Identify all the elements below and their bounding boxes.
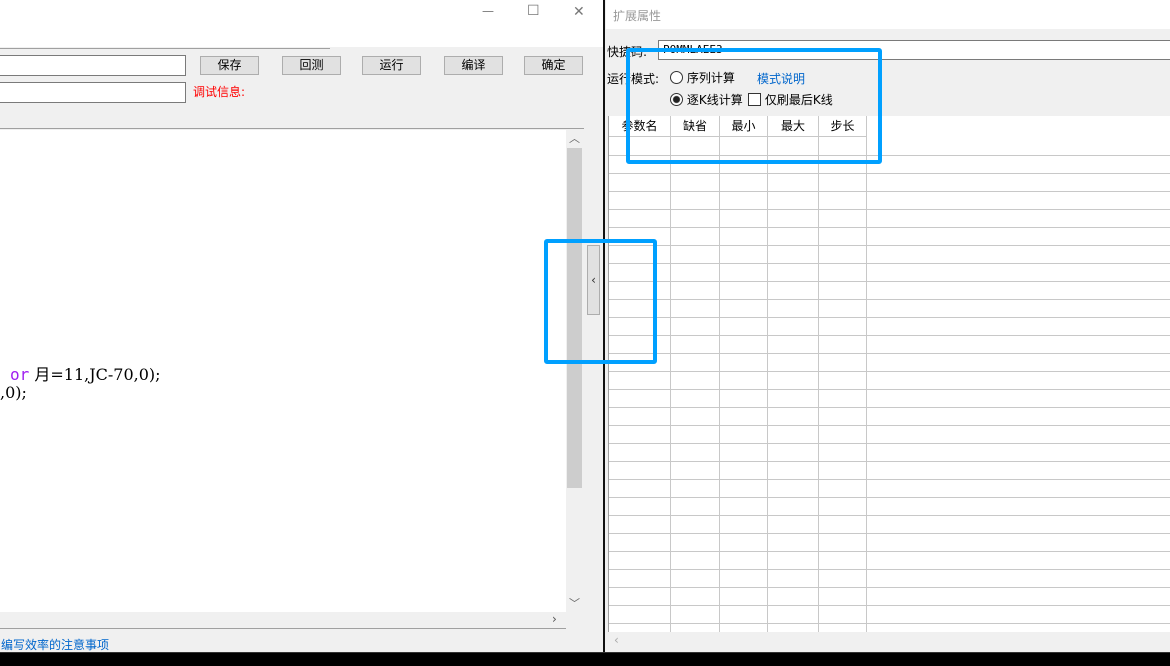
param-table[interactable]: 参数名 缺省 最小 最大 步长	[608, 116, 1170, 632]
table-row-line	[609, 245, 1170, 246]
minimize-button[interactable]: —	[482, 4, 494, 18]
table-row-line	[609, 461, 1170, 462]
code-line: or 月=11,JC-70,0);	[10, 361, 161, 385]
table-row-line	[609, 515, 1170, 516]
table-row-line	[609, 443, 1170, 444]
table-row-line	[609, 623, 1170, 624]
highlight-box	[544, 239, 657, 364]
scroll-down-icon[interactable]: ﹀	[569, 595, 580, 611]
table-row-line	[609, 227, 1170, 228]
horizontal-scrollbar[interactable]: ›	[0, 612, 566, 629]
table-row-line	[609, 173, 1170, 174]
table-row-line	[609, 407, 1170, 408]
table-row-line	[609, 605, 1170, 606]
save-button[interactable]: 保存	[200, 56, 259, 75]
table-row-line	[609, 425, 1170, 426]
table-row-line	[609, 389, 1170, 390]
table-row-line	[609, 299, 1170, 300]
table-column-line	[767, 137, 768, 632]
scroll-right-icon[interactable]: ›	[552, 612, 557, 626]
formula-name-input[interactable]	[0, 55, 186, 76]
highlight-box	[626, 48, 882, 164]
table-row-line	[609, 317, 1170, 318]
separator	[0, 48, 330, 49]
chart-strip	[0, 652, 1170, 666]
title-bar	[0, 0, 603, 47]
debug-info-label: 调试信息:	[193, 85, 246, 99]
table-column-line	[818, 137, 819, 632]
table-row-line	[609, 281, 1170, 282]
table-row-line	[609, 353, 1170, 354]
table-row-line	[609, 569, 1170, 570]
separator	[0, 128, 584, 129]
compile-button[interactable]: 编译	[444, 56, 503, 75]
table-horizontal-scrollbar[interactable]: ‹	[608, 632, 1170, 650]
code-keyword: or	[10, 365, 30, 384]
code-editor[interactable]: or 月=11,JC-70,0); ,0);	[0, 130, 566, 612]
table-row-line	[609, 587, 1170, 588]
table-row-line	[609, 551, 1170, 552]
table-row-line	[609, 497, 1170, 498]
table-row-line	[609, 191, 1170, 192]
scroll-up-icon[interactable]: ︿	[569, 130, 580, 146]
confirm-button[interactable]: 确定	[524, 56, 583, 75]
code-text: ,0);	[0, 383, 27, 402]
formula-desc-input[interactable]	[0, 82, 186, 103]
table-row-line	[609, 533, 1170, 534]
table-row-line	[609, 209, 1170, 210]
table-row-line	[609, 335, 1170, 336]
run-button[interactable]: 运行	[362, 56, 421, 75]
table-row-line	[609, 371, 1170, 372]
scroll-left-icon[interactable]: ‹	[614, 633, 619, 647]
maximize-button[interactable]: ☐	[527, 3, 540, 19]
vertical-scrollbar[interactable]: ︿ ﹀	[566, 130, 583, 612]
table-row-line	[609, 479, 1170, 480]
backtest-button[interactable]: 回测	[282, 56, 341, 75]
close-button[interactable]: ✕	[573, 4, 585, 20]
table-column-line	[719, 137, 720, 632]
editor-window: — ☐ ✕ 保存 回测 运行 编译 确定 调试信息: or 月=11,JC-70…	[0, 0, 603, 652]
panel-title-bar	[606, 0, 1170, 29]
code-line: ,0);	[0, 383, 27, 402]
panel-title: 扩展属性	[613, 9, 662, 23]
code-text: 月=11,JC-70,0);	[29, 365, 161, 384]
table-column-line	[866, 137, 867, 632]
table-row-line	[609, 263, 1170, 264]
table-column-line	[670, 137, 671, 632]
efficiency-notes-link[interactable]: 编写效率的注意事项	[1, 636, 109, 653]
